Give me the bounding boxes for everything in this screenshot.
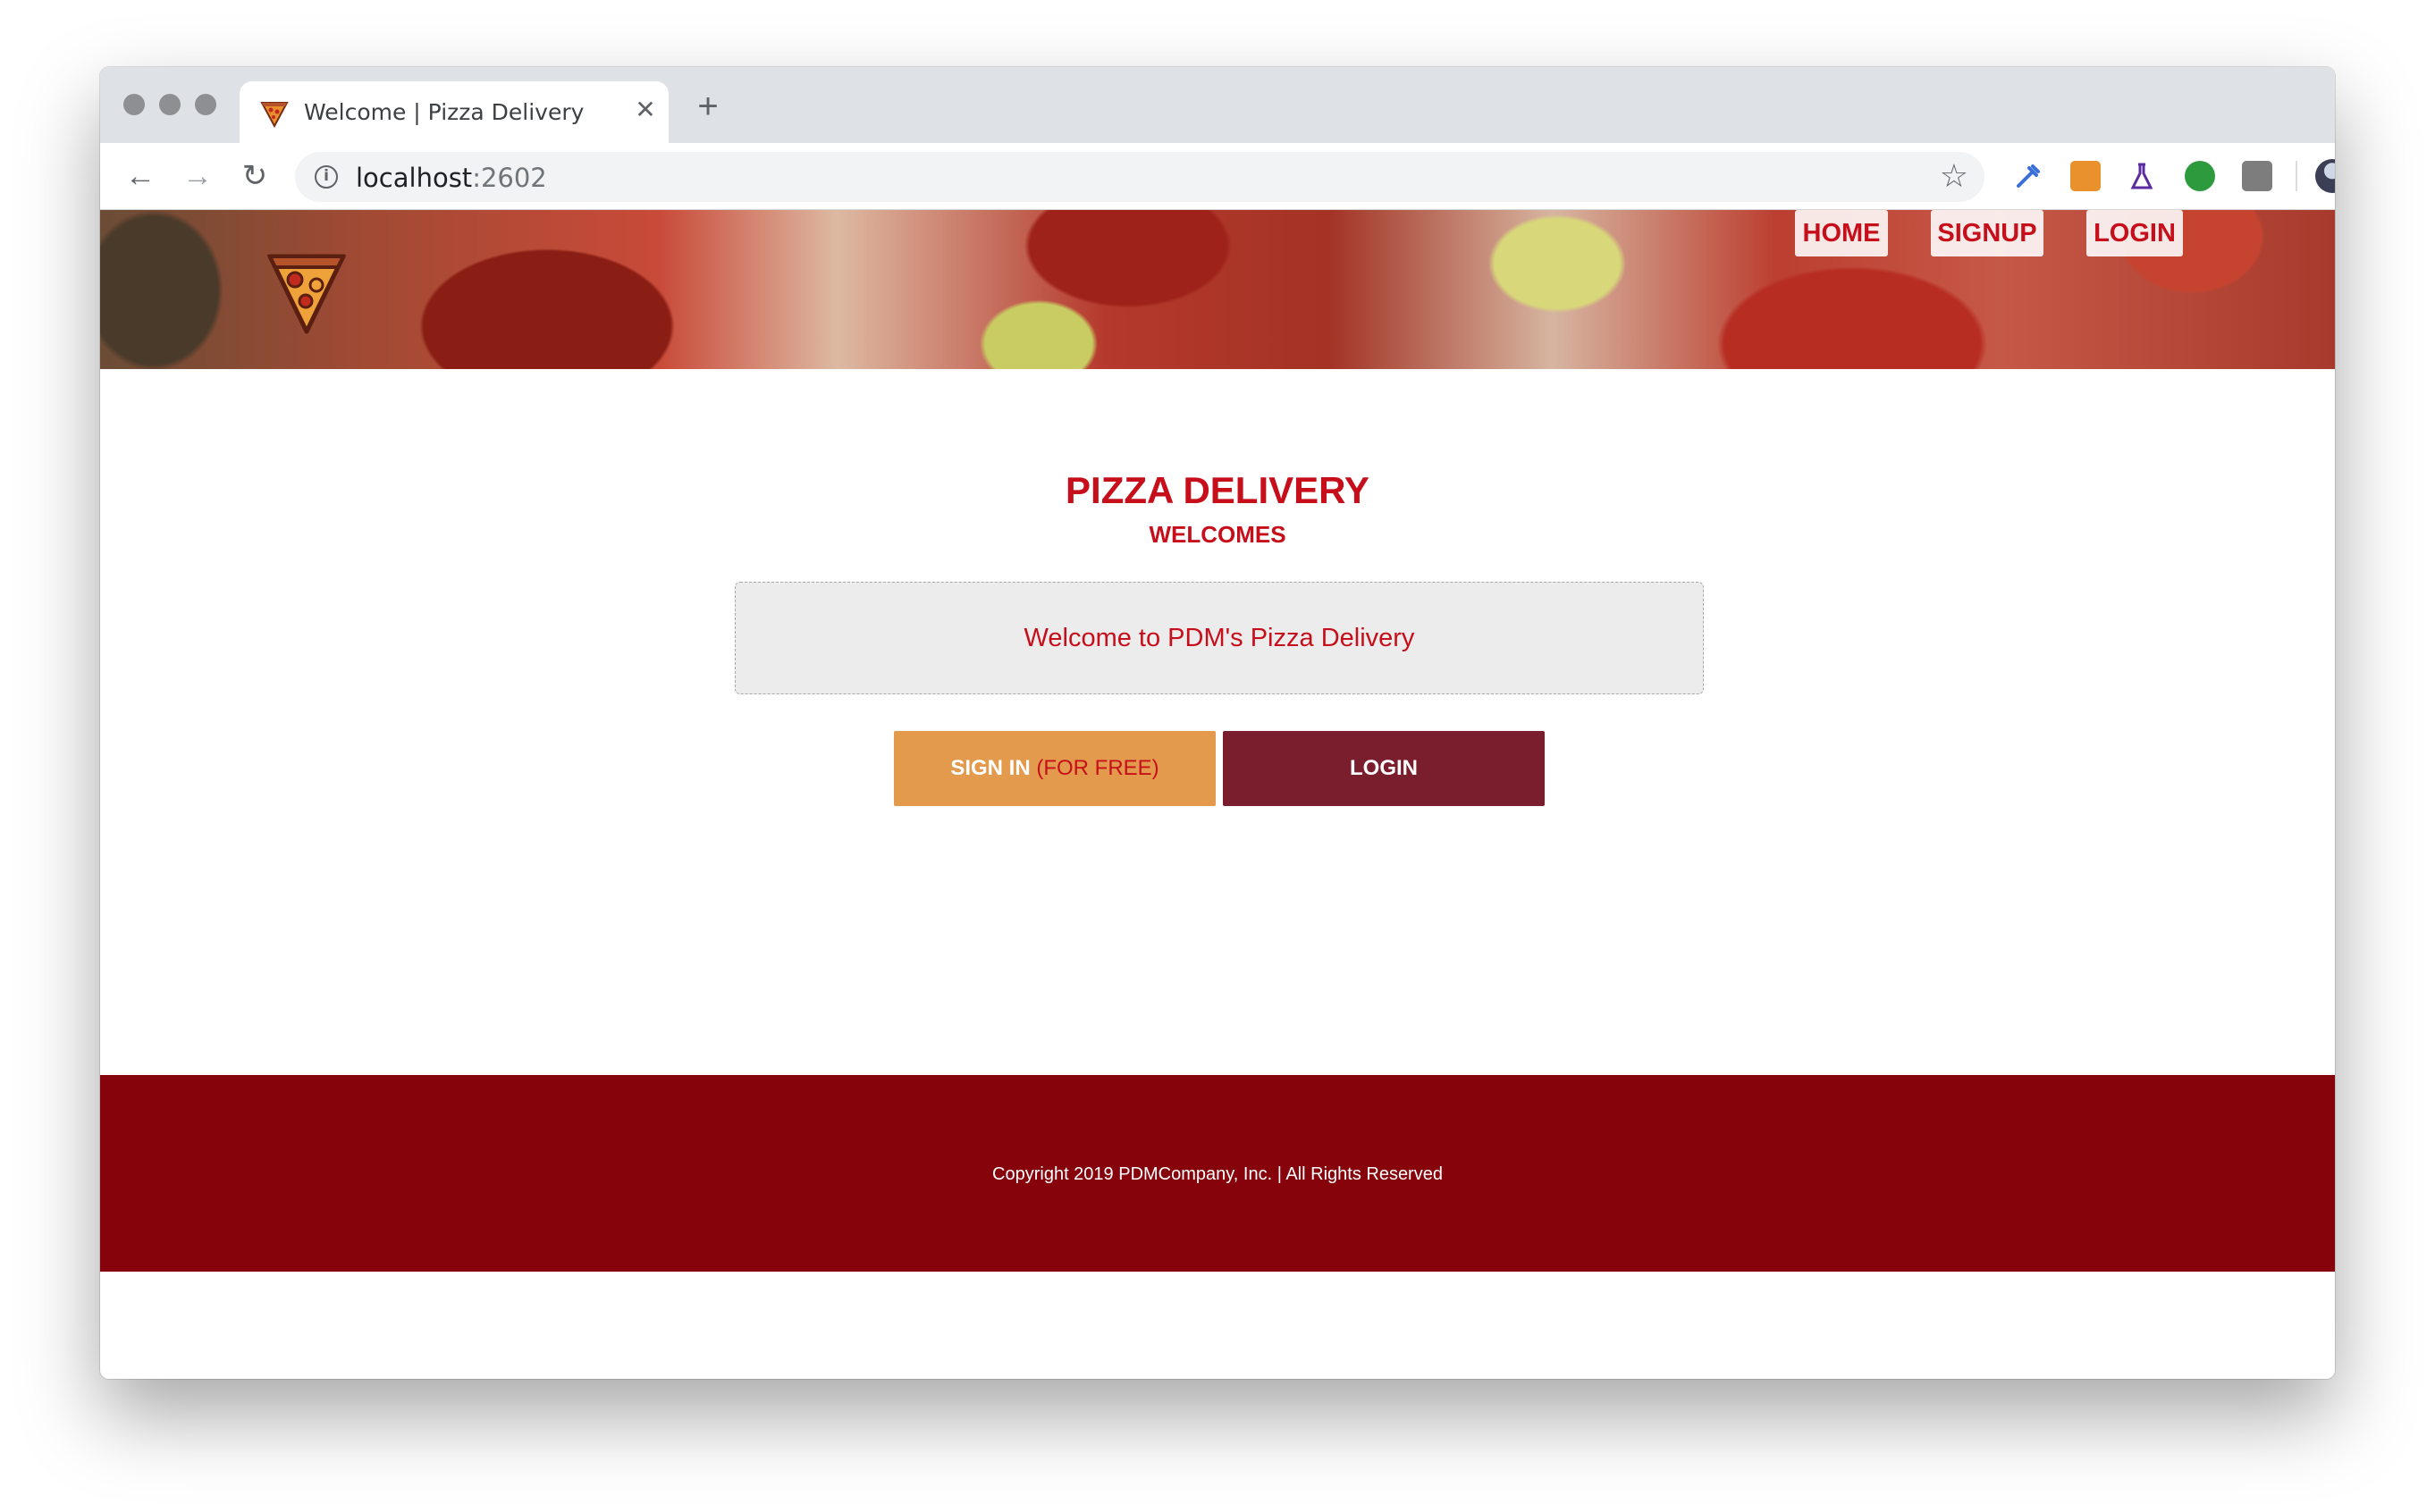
- minimize-window-button[interactable]: [159, 94, 181, 115]
- nav-home-link[interactable]: HOME: [1795, 210, 1888, 256]
- pizza-slice-icon: [260, 102, 289, 128]
- hero-banner: HOME SIGNUP LOGIN: [100, 210, 2335, 369]
- sign-in-button[interactable]: SIGN IN (FOR FREE): [894, 731, 1216, 806]
- toolbar-divider: [2296, 161, 2297, 191]
- nav-signup-link[interactable]: SIGNUP: [1931, 210, 2043, 256]
- browser-toolbar: ← → ↻ i localhost:2602 ☆ ⋮: [100, 143, 2335, 210]
- browser-window: Welcome | Pizza Delivery ✕ + ← → ↻ i loc…: [100, 67, 2335, 1379]
- gray-extension-icon[interactable]: [2242, 161, 2272, 191]
- green-extension-icon[interactable]: [2185, 161, 2215, 191]
- page-title: PIZZA DELIVERY: [1066, 469, 1369, 511]
- sign-in-label: SIGN IN: [950, 756, 1031, 780]
- address-bar[interactable]: i localhost:2602 ☆: [295, 152, 1984, 202]
- browser-tab[interactable]: Welcome | Pizza Delivery ✕: [240, 81, 669, 143]
- close-tab-icon[interactable]: ✕: [631, 96, 660, 124]
- eyedropper-extension-icon[interactable]: [2013, 161, 2043, 191]
- tab-title: Welcome | Pizza Delivery: [304, 99, 585, 125]
- pizza-logo-icon[interactable]: [266, 246, 347, 335]
- new-tab-button[interactable]: +: [690, 88, 726, 126]
- footer: Copyright 2019 PDMCompany, Inc. | All Ri…: [100, 1075, 2335, 1272]
- profile-avatar[interactable]: [2315, 159, 2335, 193]
- back-arrow-icon[interactable]: ←: [122, 157, 159, 195]
- reload-icon[interactable]: ↻: [236, 157, 274, 195]
- sign-in-free-label: (FOR FREE): [1036, 756, 1159, 780]
- login-button[interactable]: LOGIN: [1223, 731, 1545, 806]
- page-subtitle: WELCOMES: [1149, 521, 1286, 548]
- tab-strip: Welcome | Pizza Delivery ✕ +: [100, 67, 2335, 143]
- url-port: :2602: [472, 163, 547, 193]
- url-text[interactable]: localhost:2602: [356, 163, 547, 193]
- copyright-text: Copyright 2019 PDMCompany, Inc. | All Ri…: [992, 1164, 1443, 1184]
- close-window-button[interactable]: [123, 94, 145, 115]
- page-content: HOME SIGNUP LOGIN PIZZA DELIVERY WELCOME…: [100, 210, 2335, 1379]
- forward-arrow-icon[interactable]: →: [179, 157, 216, 195]
- flask-extension-icon[interactable]: [2127, 161, 2158, 191]
- bookmark-star-icon[interactable]: ☆: [1940, 157, 1968, 195]
- info-icon[interactable]: i: [315, 165, 338, 189]
- welcome-message: Welcome to PDM's Pizza Delivery: [1024, 624, 1415, 652]
- welcome-message-box: Welcome to PDM's Pizza Delivery: [735, 582, 1704, 694]
- maximize-window-button[interactable]: [195, 94, 216, 115]
- url-host: localhost: [356, 163, 473, 193]
- grid-extension-icon[interactable]: [2070, 161, 2101, 191]
- nav-login-link[interactable]: LOGIN: [2086, 210, 2183, 256]
